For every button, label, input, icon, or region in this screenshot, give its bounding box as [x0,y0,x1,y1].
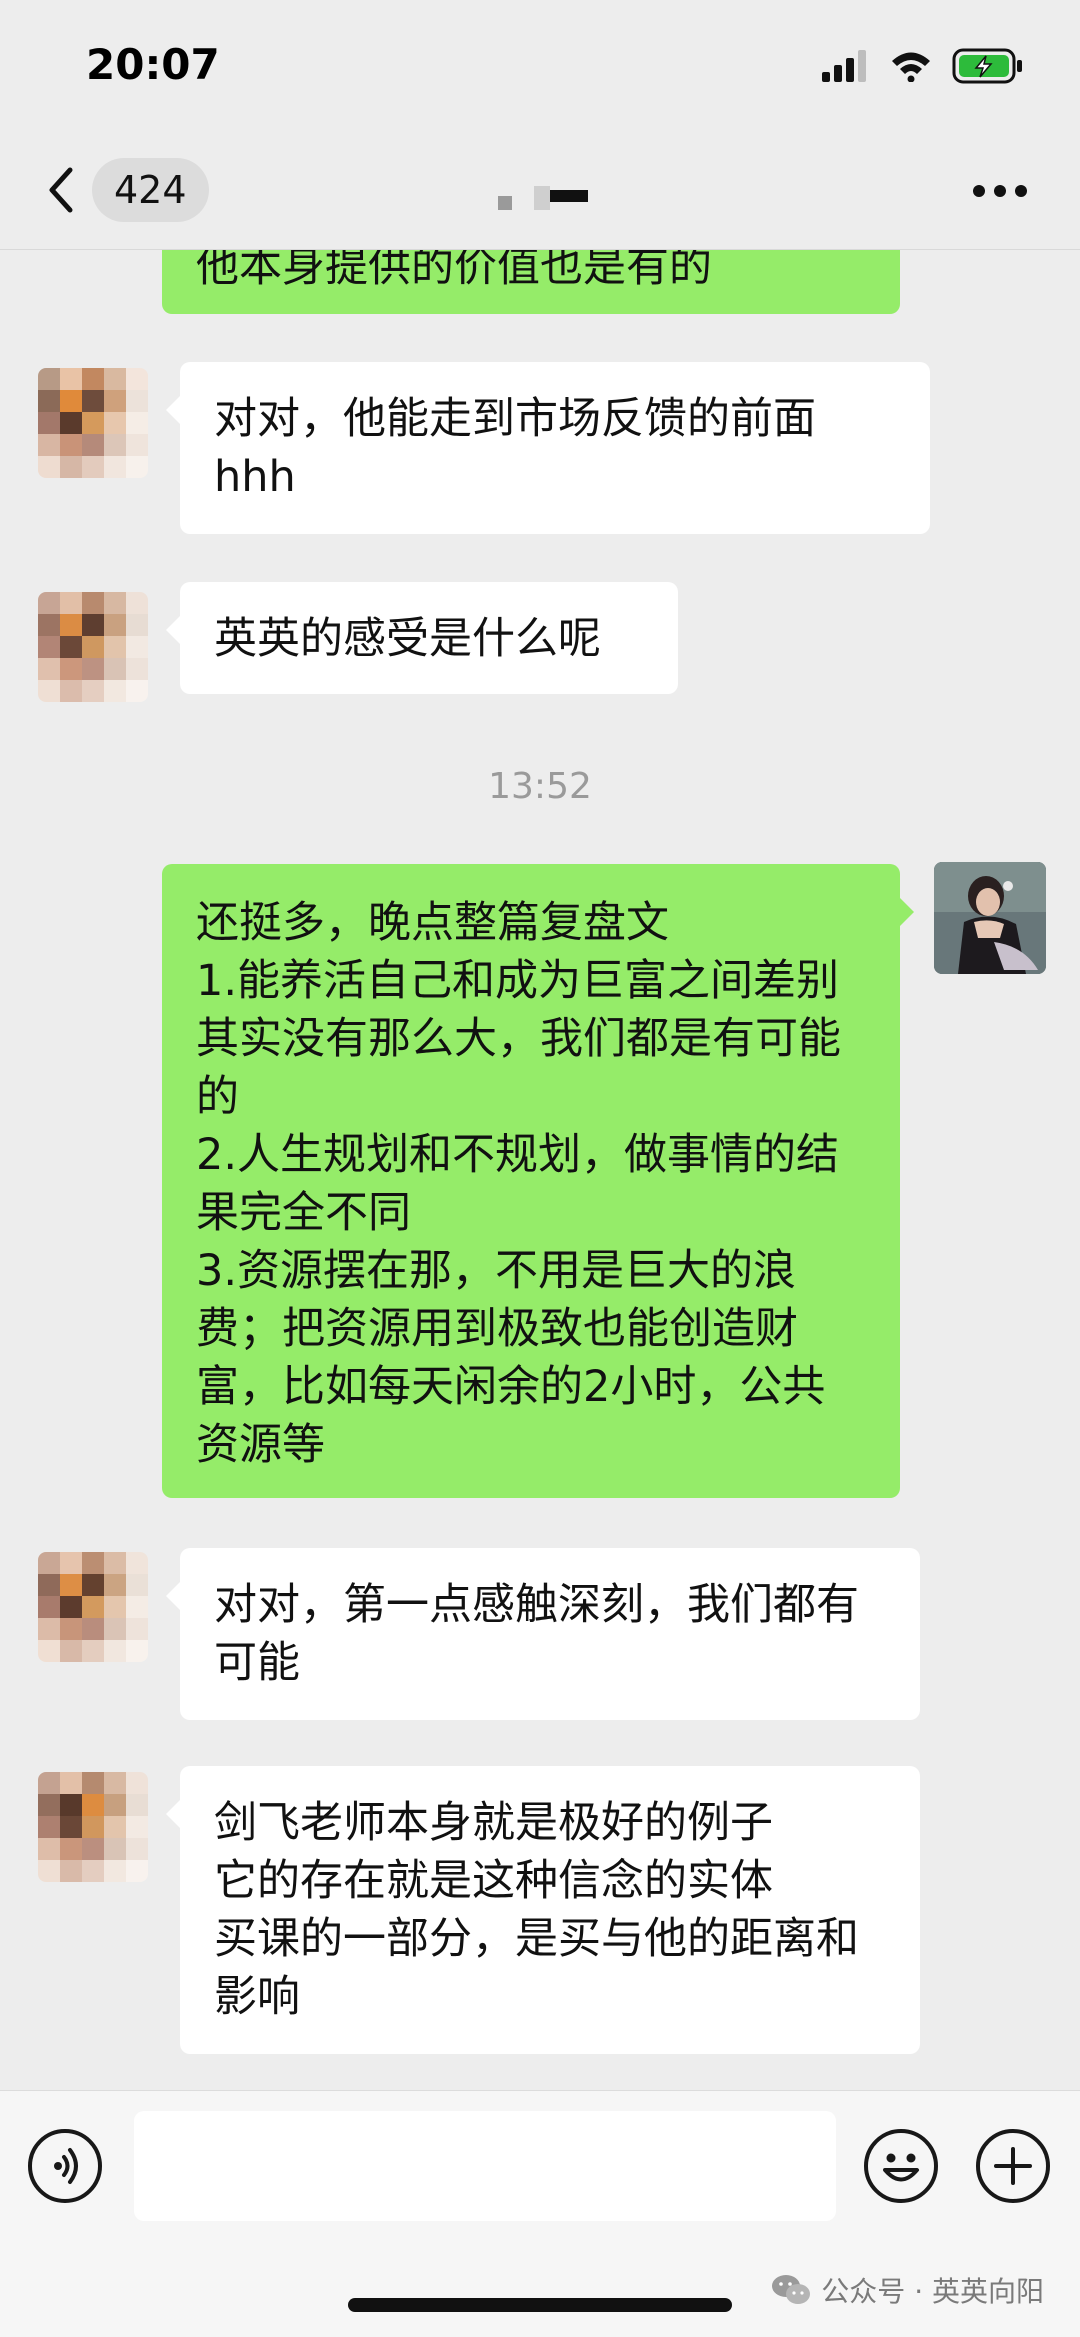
top-bar: 20:07 424 [0,0,1080,250]
voice-icon[interactable] [28,2129,102,2203]
contact-avatar[interactable] [38,1772,148,1882]
contact-avatar[interactable] [38,368,148,478]
watermark: 公众号 · 英英向阳 [771,2270,1044,2310]
status-icons [822,46,1024,86]
watermark-text: 公众号 · 英英向阳 [821,2275,1044,2308]
plus-icon[interactable] [976,2129,1050,2203]
contact-avatar[interactable] [38,592,148,702]
contact-avatar[interactable] [38,1552,148,1662]
status-time: 20:07 [86,40,220,89]
battery-icon [952,48,1022,84]
wechat-logo-icon [772,2275,811,2304]
message-timestamp: 13:52 [488,766,592,807]
unread-count-badge[interactable]: 424 [92,158,209,222]
more-dots-icon[interactable] [972,184,1028,198]
message-bubble-incoming[interactable]: 对对，他能走到市场反馈的前面 hhh [166,362,930,534]
signal-icon [822,50,866,82]
message-bubble-incoming[interactable]: 对对，第一点感触深刻，我们都有可能 [166,1548,920,1720]
emoji-icon[interactable] [864,2129,938,2203]
message-bubble-incoming[interactable]: 英英的感受是什么呢 [166,582,678,694]
wifi-icon [892,52,930,82]
chevron-left-icon[interactable] [40,160,80,220]
message-input[interactable] [134,2111,836,2221]
user-avatar[interactable] [934,862,1046,974]
home-indicator[interactable] [348,2298,732,2312]
message-bubble-outgoing[interactable]: 还挺多，晚点整篇复盘文 1.能养活自己和成为巨富之间差别其实没有那么大，我们都是… [162,864,914,1498]
message-bubble-incoming[interactable]: 剑飞老师本身就是极好的例子 它的存在就是这种信念的实体 买课的一部分，是买与他的… [166,1766,920,2054]
chat-title-redacted[interactable] [494,182,590,212]
message-list[interactable]: 他本身提供的价值也是有的 对对，他能走到市场反馈的前面 hhh 英英的感受是什么… [0,0,1080,2090]
